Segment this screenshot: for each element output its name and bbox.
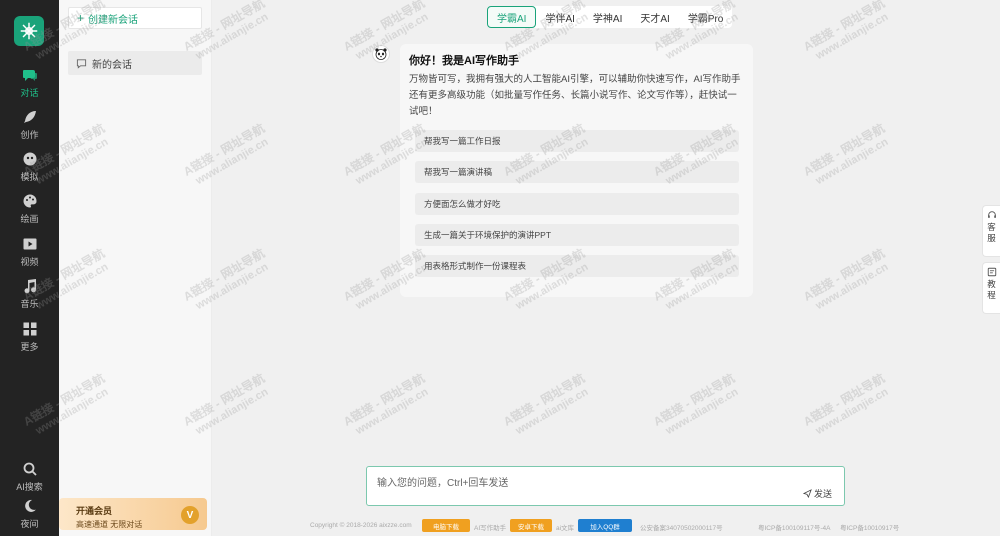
footer-icp-2[interactable]: 粤ICP备10010917号 [840, 522, 899, 532]
watermark: A链接 - 网址导航 www.alianjie.cn [801, 0, 891, 63]
nav-video[interactable]: 视频 [0, 236, 59, 274]
tutorial-button[interactable]: 教程 [982, 262, 1000, 314]
nav-draw[interactable]: 绘画 [0, 193, 59, 231]
tab-model-5[interactable]: 学霸Pro [679, 6, 733, 28]
nav-ai-search[interactable]: AI搜索 [0, 461, 59, 499]
new-session-button[interactable]: + 创建新会话 [68, 7, 202, 29]
nav-night-mode[interactable]: 夜间 [0, 498, 59, 536]
footer-copyright: Copyright © 2018-2026 aixzze.com [310, 522, 412, 529]
nav-night-mode-label: 夜间 [20, 519, 39, 529]
session-item[interactable]: 新的会话 [68, 51, 202, 75]
mask-icon [23, 152, 36, 166]
panda-icon [375, 48, 387, 60]
sessions-panel: + 创建新会话 新的会话 [59, 0, 212, 536]
nav-simulate-label: 模拟 [20, 172, 39, 182]
android-download-badge[interactable]: 安卓下载 [510, 519, 552, 532]
nav-music[interactable]: 音乐 [0, 278, 59, 316]
feather-icon [23, 111, 36, 123]
nav-more[interactable]: 更多 [0, 321, 59, 359]
music-icon [24, 279, 36, 294]
tab-model-3[interactable]: 学神AI [584, 6, 631, 28]
app-logo[interactable] [14, 16, 44, 46]
nav-simulate[interactable]: 模拟 [0, 151, 59, 189]
nav-create-label: 创作 [20, 130, 39, 140]
book-icon [987, 267, 996, 277]
watermark: A链接 - 网址导航 www.alianjie.cn [501, 371, 591, 438]
tab-model-2[interactable]: 学伴AI [536, 6, 583, 28]
nav-create[interactable]: 创作 [0, 109, 59, 147]
customer-service-button[interactable]: 客服 [982, 205, 1000, 257]
vip-banner[interactable]: 开通会员 高速通道 无限对话 V [59, 498, 207, 530]
grid-icon [23, 322, 36, 336]
nav-chat[interactable]: 对话 [0, 67, 59, 105]
message-body: 万物皆可写，我拥有强大的人工智能AI引擎，可以辅助你快速写作，AI写作助手还有更… [409, 74, 741, 117]
new-session-label: 创建新会话 [88, 14, 139, 26]
nav-more-label: 更多 [20, 342, 39, 352]
send-icon [802, 489, 812, 498]
send-button[interactable]: 发送 [802, 487, 832, 500]
tab-model-1[interactable]: 学霸AI [487, 6, 537, 28]
tutorial-label: 教程 [987, 279, 996, 300]
suggestion-item[interactable]: 帮我写一篇演讲稿 [415, 161, 739, 183]
footer-police-record[interactable]: 公安备案34070502000117号 [640, 522, 723, 532]
customer-service-label: 客服 [987, 222, 996, 243]
footer-library-link[interactable]: ai文库 [556, 522, 574, 532]
tab-model-4[interactable]: 天才AI [631, 6, 678, 28]
plus-icon: + [77, 11, 85, 25]
chat-input[interactable] [367, 467, 844, 505]
headset-icon [987, 211, 996, 218]
watermark: A链接 - 网址导航 www.alianjie.cn [651, 371, 741, 438]
footer-mid-text: AI写作助手 [474, 525, 507, 532]
session-item-label: 新的会话 [92, 59, 132, 71]
welcome-message: 你好！我是AI写作助手 万物皆可写，我拥有强大的人工智能AI引擎，可以辅助你快速… [400, 44, 753, 297]
moon-icon [24, 499, 36, 512]
suggestion-item[interactable]: 方便面怎么做才好吃 [415, 193, 739, 215]
suggestion-item[interactable]: 帮我写一篇工作日报 [415, 130, 739, 152]
search-icon [23, 462, 37, 476]
video-icon [23, 238, 36, 250]
pc-download-badge[interactable]: 电脑下载 [422, 519, 470, 532]
send-label: 发送 [813, 489, 832, 499]
logo-icon [20, 22, 38, 40]
message-icon [76, 58, 87, 69]
watermark: A链接 - 网址导航 www.alianjie.cn [341, 371, 431, 438]
vip-badge-icon: V [181, 506, 199, 524]
left-nav-rail: 对话 创作 模拟 绘画 视频 音乐 更多 AI搜索 夜间 [0, 0, 59, 536]
nav-video-label: 视频 [20, 257, 39, 267]
message-title: 你好！我是AI写作助手 [409, 55, 519, 67]
chat-input-box: 发送 [366, 466, 845, 506]
bot-avatar [372, 45, 390, 63]
chat-icon [22, 70, 37, 81]
suggestion-item[interactable]: 生成一篇关于环境保护的演讲PPT [415, 224, 739, 246]
watermark: A链接 - 网址导航 www.alianjie.cn [801, 121, 891, 188]
palette-icon [23, 194, 37, 208]
nav-ai-search-label: AI搜索 [16, 482, 43, 492]
join-qq-badge[interactable]: 加入QQ群 [578, 519, 632, 532]
nav-chat-label: 对话 [20, 88, 39, 98]
suggestion-item[interactable]: 用表格形式制作一份课程表 [415, 255, 739, 277]
watermark: A链接 - 网址导航 www.alianjie.cn [801, 246, 891, 313]
watermark: A链接 - 网址导航 www.alianjie.cn [801, 371, 891, 438]
nav-music-label: 音乐 [20, 299, 39, 309]
model-tabs: 学霸AI 学伴AI 学神AI 天才AI 学霸Pro [487, 6, 733, 28]
nav-draw-label: 绘画 [20, 214, 39, 224]
footer-icp-1[interactable]: 粤ICP备100109117号-4A [758, 522, 831, 532]
